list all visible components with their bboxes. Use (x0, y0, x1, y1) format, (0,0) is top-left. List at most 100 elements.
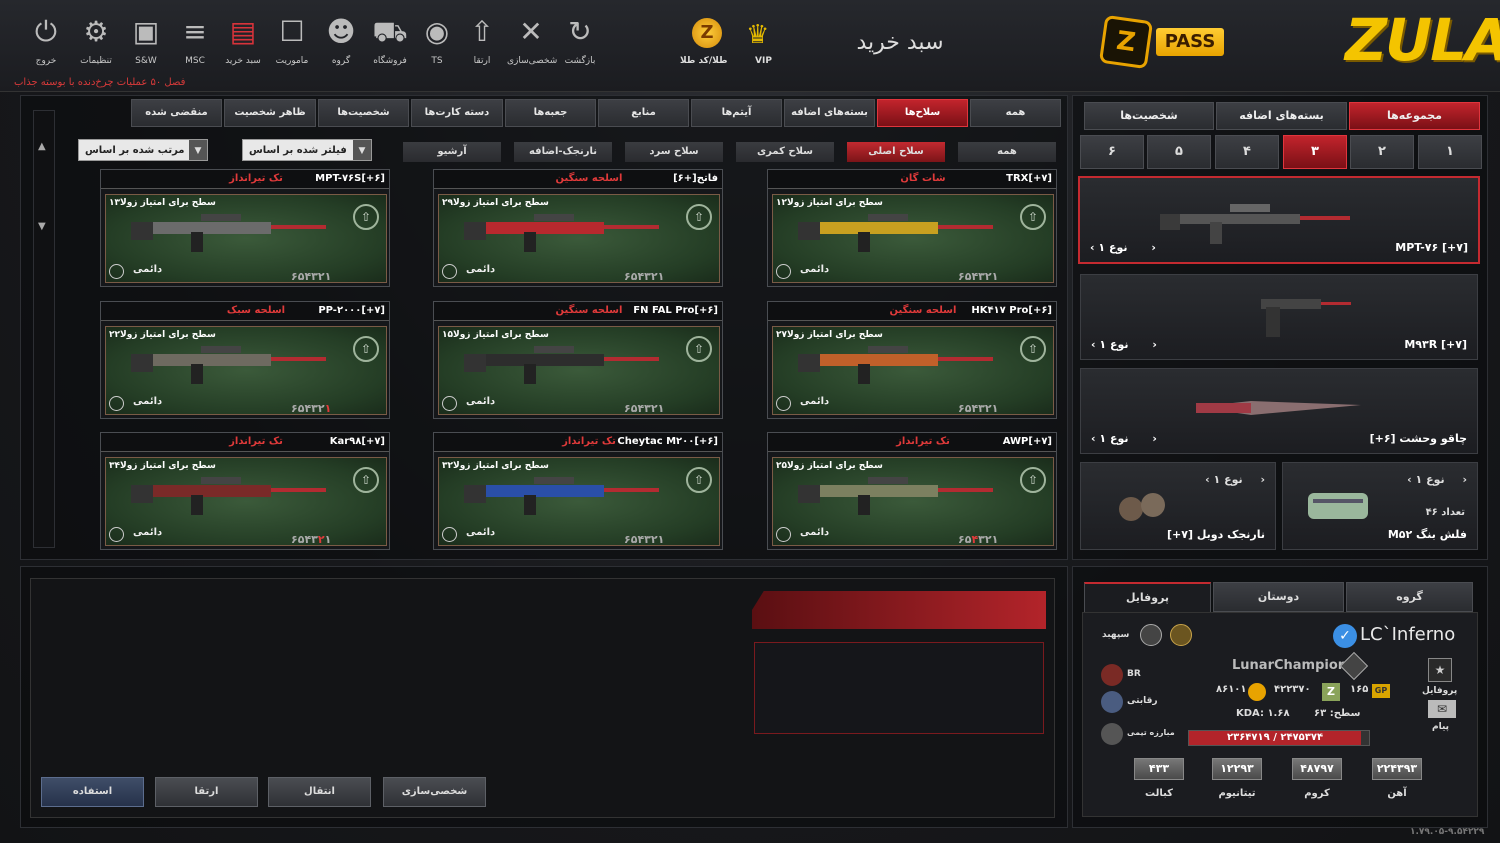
upgrade-mark-icon: ⇧ (353, 204, 379, 230)
clock-icon (442, 264, 457, 279)
side-message-label: پیام (1432, 722, 1450, 732)
weapon-card[interactable]: فاتح[+۶] اسلحه سنگین سطح برای امتیاز زولا۲… (433, 169, 723, 287)
weapon-card[interactable]: Kar۹۸[+۷] تک تیرانداز سطح برای امتیاز زولا… (100, 432, 390, 550)
collection-page-1[interactable]: ۱ (1418, 135, 1482, 169)
back-button[interactable]: ↻ بازگشت (556, 14, 604, 76)
scrollbar[interactable]: ▲ ▼ (33, 110, 55, 548)
tab-collections[interactable]: مجموعه‌ها (1349, 102, 1480, 130)
weapon-description: سطح برای امتیاز زولا۱۳ (109, 198, 216, 208)
tab-friends[interactable]: دوستان (1213, 582, 1344, 612)
scroll-down-icon[interactable]: ▼ (38, 221, 46, 232)
level-pip: ۲ (317, 270, 325, 283)
mission-button[interactable]: ☐ ماموریت (268, 14, 316, 76)
slot-m93r[interactable]: M۹۳R [+۷] ‹ نوع ۱ › (1080, 274, 1478, 360)
weapon-card[interactable]: HK۴۱۷ Pro[+۶] اسلحه سنگین سطح برای امتیاز … (767, 301, 1057, 419)
side-profile-label: پروفایل (1422, 686, 1458, 696)
weapon-card[interactable]: AWP[+۷] تک تیرانداز سطح برای امتیاز زولا۲۵… (767, 432, 1057, 550)
shop-button[interactable]: ⛟ فروشگاه (366, 14, 414, 76)
gold-label: طلا/کد طلا (680, 56, 728, 66)
subtab-all[interactable]: همه (958, 142, 1056, 162)
cart-button[interactable]: ▤ سبد خرید (219, 14, 267, 76)
flashbang-image (1308, 493, 1368, 519)
tab-card-packs[interactable]: دسته کارت‌ها (411, 99, 503, 127)
weapon-name: Kar۹۸[+۷] (329, 436, 385, 447)
tab-characters[interactable]: شخصیت‌ها (318, 99, 409, 127)
weapon-card[interactable]: Cheytac M۲۰۰[+۶] تک تیرانداز سطح برای امتی… (433, 432, 723, 550)
subtab-melee[interactable]: سلاح سرد (625, 142, 723, 162)
subtab-grenade[interactable]: نارنجک‌-اضافه (514, 142, 612, 162)
xp-bar: ۲۳۶۴۷۱۹ / ۲۴۷۵۳۷۴ (1188, 730, 1370, 746)
upgrade-mark-icon: ⇧ (353, 467, 379, 493)
slot-knife[interactable]: [+۶] چاقو وحشت ‹ نوع ۱ › (1080, 368, 1478, 454)
level-pip: ۶ (958, 533, 965, 546)
slot-mpt76[interactable]: MPT-۷۶ [+۷] ‹ نوع ۱ › (1078, 176, 1480, 264)
clock-icon (776, 264, 791, 279)
subtab-archive[interactable]: آرشیو (403, 142, 501, 162)
filter-dropdown[interactable]: فیلتر شده بر اساس ▼ (242, 139, 372, 161)
level-pip: ۱ (324, 533, 332, 546)
collection-page-5[interactable]: ۵ (1147, 135, 1211, 169)
slot-flashbang[interactable]: ‹ نوع ۱ › تعداد ۴۶ M۵۲ فلش بنگ (1282, 462, 1478, 550)
subtab-pistol[interactable]: سلاح کمری (736, 142, 834, 162)
tab-resources[interactable]: منابع (598, 99, 689, 127)
gp-value: ۱۶۵ (1350, 684, 1369, 695)
group-button[interactable]: ☻ گروه (317, 14, 365, 76)
chevron-right-icon: › (1152, 338, 1157, 351)
weapon-card[interactable]: MPT-۷۶S[+۶] تک تیرانداز سطح برای امتیاز زو… (100, 169, 390, 287)
weapon-category: اسلحه سنگین (555, 305, 623, 316)
card-header: MPT-۷۶S[+۶] تک تیرانداز (101, 170, 389, 189)
clock-icon (776, 527, 791, 542)
level-pip: ۳ (644, 270, 651, 283)
scroll-up-icon[interactable]: ▲ (38, 141, 46, 152)
subtab-primary[interactable]: سلاح اصلی (847, 142, 945, 162)
use-button[interactable]: استفاده (41, 777, 144, 807)
tab-group[interactable]: گروه (1346, 582, 1473, 612)
collection-page-4[interactable]: ۴ (1215, 135, 1279, 169)
username: LC`Inferno (1360, 624, 1456, 645)
tab-right-extra-packs[interactable]: بسته‌های اضافه (1216, 102, 1347, 130)
slot-double-grenade[interactable]: ‹ نوع ۱ › [+۷] نارنجک دوبل (1080, 462, 1276, 550)
collection-page-2[interactable]: ۲ (1350, 135, 1414, 169)
level-pips: ۶۵۴۳۲۱ (624, 270, 664, 283)
weapon-card[interactable]: FN FAL Pro[+۶] اسلحه سنگین سطح برای امتیاز… (433, 301, 723, 419)
page-title: سبد خرید (856, 30, 944, 55)
message-icon[interactable]: ✉ (1428, 700, 1456, 718)
tab-extra-packs[interactable]: بسته‌های اضافه (784, 99, 875, 127)
customize-action-button[interactable]: شخصی‌سازی (383, 777, 486, 807)
chevron-left-icon: ‹ (1091, 338, 1096, 351)
upgrade-action-button[interactable]: ارتقا (155, 777, 258, 807)
cart-case-icon: ▤ (229, 15, 257, 48)
duration-label: دائمی (466, 396, 496, 407)
tab-weapons[interactable]: سلاح‌ها (877, 99, 968, 127)
tab-character-skin[interactable]: ظاهر شخصیت (224, 99, 316, 127)
sw-button[interactable]: ▣ S&W (122, 14, 170, 76)
collection-page-6[interactable]: ۶ (1080, 135, 1144, 169)
weapon-card[interactable]: PP-۲۰۰۰[+۷] اسلحه سبک سطح برای امتیاز زولا… (100, 301, 390, 419)
customize-button[interactable]: ✕ شخصی‌سازی (507, 14, 557, 76)
zula-pass-button[interactable]: Z PASS (1098, 14, 1224, 70)
gold-coin-icon[interactable]: Z (692, 18, 722, 48)
tab-expired[interactable]: منقضی شده (131, 99, 222, 127)
tab-all[interactable]: همه (970, 99, 1061, 127)
weapon-card[interactable]: TRX[+۷] شات گان سطح برای امتیاز زولا۱۲ ⇧ دائ… (767, 169, 1057, 287)
collection-page-3[interactable]: ۳ (1283, 135, 1347, 169)
tab-boxes[interactable]: جعبه‌ها (505, 99, 596, 127)
level-pip: ۲ (650, 533, 658, 546)
back-icon: ↻ (568, 15, 592, 48)
card-header: Cheytac M۲۰۰[+۶] تک تیرانداز (434, 433, 722, 452)
upgrade-button[interactable]: ⇧ ارتقا (458, 14, 506, 76)
transfer-button[interactable]: انتقال (268, 777, 371, 807)
weapon-name: TRX[+۷] (1006, 173, 1052, 184)
ts-button[interactable]: ◉ TS (413, 14, 461, 76)
sort-dropdown[interactable]: مرتب شده بر اساس ▼ (78, 139, 208, 161)
tab-profile[interactable]: پروفایل (1084, 582, 1211, 612)
profile-shield-icon[interactable]: ★ (1428, 658, 1452, 682)
crown-icon[interactable]: ♛ (746, 20, 769, 50)
level-pip: ۳ (978, 533, 985, 546)
settings-button[interactable]: ⚙ تنظیمات (72, 14, 120, 76)
tab-items[interactable]: آیتم‌ها (691, 99, 782, 127)
exit-button[interactable]: ⏻ خروج (22, 14, 70, 76)
tab-right-characters[interactable]: شخصیت‌ها (1084, 102, 1214, 130)
level-pip: ۳ (311, 270, 318, 283)
msc-button[interactable]: ≡ MSC (171, 14, 219, 76)
